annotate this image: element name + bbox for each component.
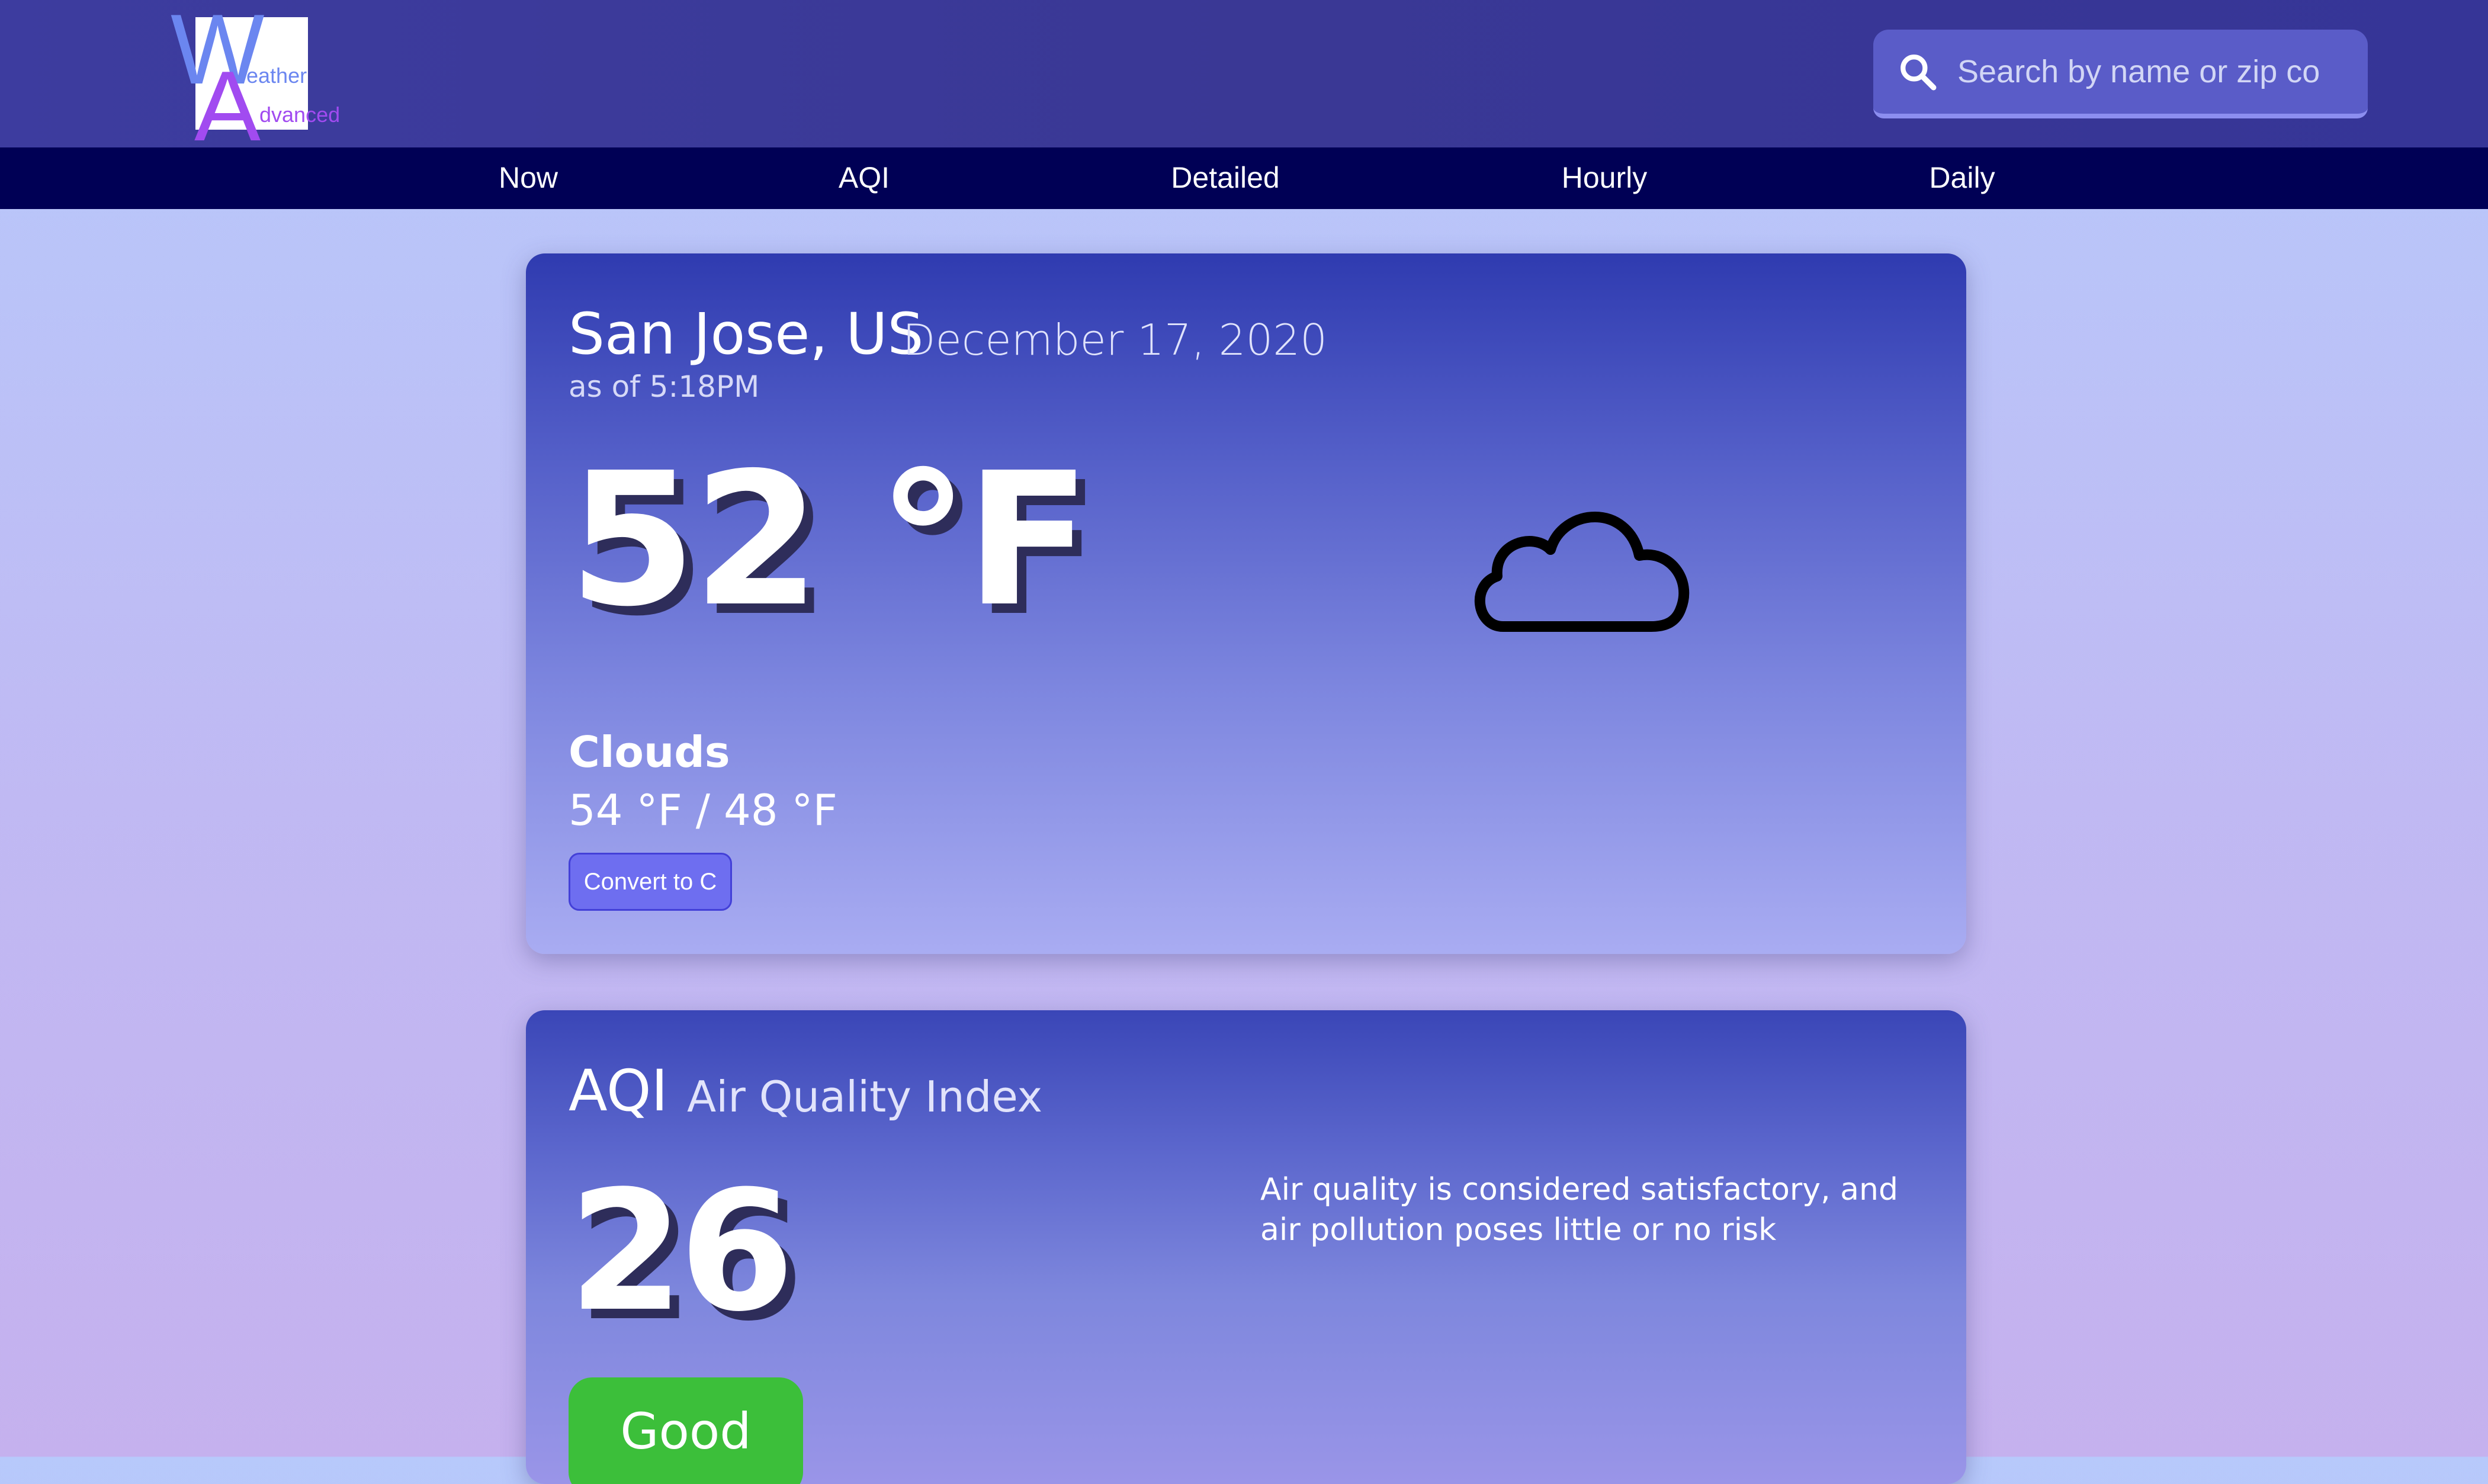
- aqi-description: Air quality is considered satisfactory, …: [1260, 1172, 1898, 1248]
- high-low-temperature: 54 °F / 48 °F: [569, 785, 837, 835]
- header: W eather A dvanced: [0, 0, 2488, 156]
- search-bar[interactable]: [1873, 30, 2368, 118]
- aqi-card: AQI Air Quality Index 26 Air quality is …: [526, 1010, 1966, 1484]
- as-of-time: as of 5:18PM: [569, 370, 760, 404]
- aqi-level-label: Good: [620, 1402, 752, 1460]
- aqi-title: AQI: [569, 1058, 668, 1124]
- city-name: San Jose, US: [569, 301, 924, 367]
- aqi-level-badge: Good: [569, 1377, 803, 1484]
- nav-item-now[interactable]: Now: [499, 160, 558, 195]
- convert-units-button[interactable]: Convert to C: [569, 853, 732, 911]
- nav-item-aqi[interactable]: AQI: [839, 160, 890, 195]
- weather-condition: Clouds: [569, 727, 730, 777]
- nav-bar: Now AQI Detailed Hourly Daily: [0, 147, 2488, 209]
- nav-item-daily[interactable]: Daily: [1929, 160, 1995, 195]
- aqi-subtitle: Air Quality Index: [687, 1072, 1043, 1122]
- cloud-icon: [1474, 512, 1690, 632]
- nav-item-detailed[interactable]: Detailed: [1171, 160, 1279, 195]
- search-icon[interactable]: [1898, 52, 1937, 91]
- nav-item-hourly[interactable]: Hourly: [1562, 160, 1647, 195]
- logo-text-dvanced: dvanced: [259, 102, 341, 127]
- current-temperature: 52 °F: [569, 433, 1091, 647]
- aqi-value: 26: [569, 1155, 795, 1348]
- current-date: December 17, 2020: [903, 315, 1327, 365]
- logo-letter-a: A: [194, 50, 261, 162]
- search-input[interactable]: [1956, 53, 2361, 91]
- logo[interactable]: W eather A dvanced: [171, 0, 348, 156]
- current-weather-card: San Jose, US December 17, 2020 as of 5:1…: [526, 253, 1966, 954]
